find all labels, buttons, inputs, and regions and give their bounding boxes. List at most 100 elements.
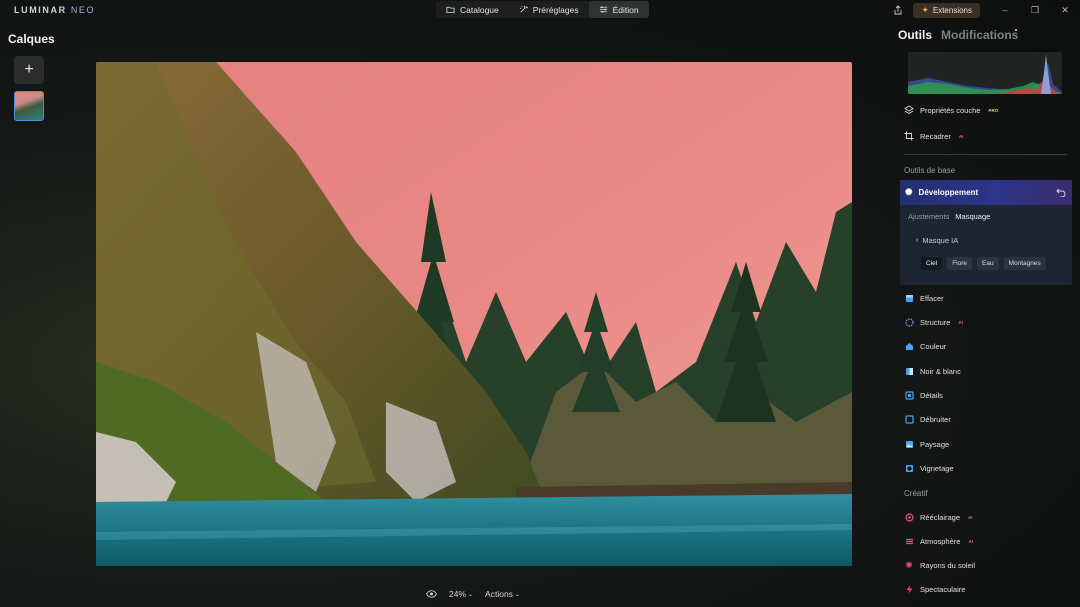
- folder-icon: [446, 6, 455, 14]
- tool-atmosphere[interactable]: Atmosphère AI: [904, 533, 973, 549]
- crop-item[interactable]: Recadrer AI: [904, 128, 963, 144]
- tool-structure[interactable]: Structure AI: [904, 314, 963, 330]
- tool-dramatic[interactable]: Spectaculaire: [904, 581, 965, 597]
- extensions-button[interactable]: ✦ Extensions: [913, 2, 980, 18]
- eye-icon: [426, 590, 437, 598]
- restore-icon[interactable]: ❐: [1020, 0, 1050, 20]
- tool-details-label: Détails: [920, 390, 943, 400]
- minimize-icon[interactable]: –: [990, 0, 1020, 20]
- section-basic-tools: Outils de base: [904, 166, 956, 175]
- chevron-down-icon: ⌄: [468, 591, 474, 598]
- tool-color-label: Couleur: [920, 341, 947, 351]
- modifications-indicator-dot: [1015, 29, 1017, 31]
- details-icon: [904, 390, 914, 400]
- subtab-masking[interactable]: Masquage: [955, 212, 990, 221]
- tool-landscape-label: Paysage: [920, 439, 950, 449]
- tool-bw[interactable]: Noir & blanc: [904, 363, 961, 379]
- denoise-icon: [904, 414, 914, 424]
- histogram: [908, 52, 1062, 94]
- tool-details[interactable]: Détails: [904, 387, 943, 403]
- tool-sunrays-label: Rayons du soleil: [920, 560, 976, 570]
- puzzle-icon: ✦: [921, 4, 929, 15]
- color-icon: [904, 341, 914, 351]
- tool-denoise-label: Débruiter: [920, 414, 951, 424]
- divider: [904, 154, 1067, 155]
- tab-edit[interactable]: Édition: [588, 1, 649, 18]
- development-label: Développement: [918, 188, 979, 197]
- layer-properties-item[interactable]: Propriétés couche PRO: [904, 102, 998, 118]
- bottom-bar: 24% ⌄ Actions ⌄: [426, 586, 520, 602]
- subtab-adjustments[interactable]: Ajustements: [908, 212, 949, 221]
- add-layer-button[interactable]: +: [14, 56, 44, 84]
- tab-tools[interactable]: Outils: [898, 28, 932, 42]
- bw-icon: [904, 366, 914, 376]
- mask-chips: Ciel Flore Eau Montagnes: [921, 257, 1046, 270]
- chevron-down-icon: ⌄: [514, 591, 520, 598]
- actions-label: Actions: [485, 589, 513, 599]
- structure-icon: [904, 317, 914, 327]
- tool-relight[interactable]: Rééclairage AI: [904, 509, 973, 525]
- tab-presets[interactable]: Préréglages: [509, 1, 589, 18]
- chevron-left-icon: ‹: [916, 237, 919, 244]
- atmosphere-icon: [904, 536, 914, 546]
- right-panel-tabs: Outils Modifications: [898, 28, 1018, 42]
- window-controls: ✦ Extensions – ❐ ✕: [891, 0, 1080, 20]
- tool-denoise[interactable]: Débruiter: [904, 411, 951, 427]
- sliders-icon: [599, 6, 607, 13]
- reset-icon[interactable]: [1056, 187, 1066, 197]
- logo-sub: NEO: [70, 5, 96, 15]
- ai-badge: AI: [958, 133, 964, 139]
- ai-mask-label: Masque IA: [922, 236, 959, 245]
- tool-color[interactable]: Couleur: [904, 338, 946, 354]
- tool-vignette[interactable]: Vignetage: [904, 460, 954, 476]
- development-tool-panel: ✺ Développement Ajustements Masquage ‹ M…: [900, 180, 1072, 285]
- zoom-dropdown[interactable]: 24% ⌄: [449, 589, 473, 599]
- tool-structure-label: Structure: [920, 317, 951, 327]
- tool-landscape[interactable]: Paysage: [904, 436, 949, 452]
- close-icon[interactable]: ✕: [1050, 0, 1080, 20]
- zoom-value: 24%: [449, 589, 467, 599]
- top-bar: LUMINAR NEO Catalogue Préréglages Éditio…: [0, 0, 1080, 20]
- tab-catalogue[interactable]: Catalogue: [436, 1, 509, 18]
- app-logo: LUMINAR NEO: [14, 5, 95, 15]
- tab-edit-label: Édition: [612, 4, 639, 15]
- presets-icon: [519, 5, 528, 13]
- tool-atmosphere-label: Atmosphère: [920, 536, 961, 546]
- layer-thumbnail[interactable]: [14, 91, 44, 121]
- sunrays-icon: ✺: [905, 559, 913, 570]
- tool-erase[interactable]: Effacer: [904, 290, 944, 306]
- tool-sunrays[interactable]: ✺ Rayons du soleil: [904, 557, 975, 573]
- ai-badge: AI: [968, 514, 973, 520]
- chip-water[interactable]: Eau: [977, 257, 999, 270]
- preview-toggle[interactable]: [426, 590, 437, 598]
- tool-vignette-label: Vignetage: [920, 463, 954, 473]
- layers-title: Calques: [8, 32, 55, 46]
- layer-properties-label: Propriétés couche: [920, 105, 981, 115]
- tab-presets-label: Préréglages: [532, 4, 579, 15]
- ai-badge: AI: [958, 319, 963, 325]
- photo-canvas[interactable]: [96, 62, 852, 566]
- development-subtabs: Ajustements Masquage: [908, 212, 990, 221]
- dramatic-icon: [904, 584, 914, 594]
- development-header[interactable]: ✺ Développement: [900, 180, 1072, 205]
- tab-modifications[interactable]: Modifications: [941, 28, 1018, 42]
- logo-main: LUMINAR: [14, 5, 67, 15]
- landscape-icon: [904, 439, 914, 449]
- chip-flora[interactable]: Flore: [947, 257, 973, 270]
- crop-label: Recadrer: [920, 131, 951, 141]
- tab-catalogue-label: Catalogue: [460, 4, 499, 15]
- share-icon[interactable]: [891, 3, 905, 17]
- mode-tabs: Catalogue Préréglages Édition: [436, 1, 649, 18]
- crop-icon: [904, 131, 914, 141]
- photo-image: [96, 62, 852, 566]
- vignette-icon: [904, 463, 914, 473]
- sun-icon: ✺: [905, 187, 913, 197]
- actions-dropdown[interactable]: Actions ⌄: [485, 589, 520, 599]
- extensions-label: Extensions: [932, 5, 972, 15]
- tool-dramatic-label: Spectaculaire: [920, 584, 966, 594]
- ai-mask-header[interactable]: ‹ Masque IA: [916, 236, 958, 245]
- tool-erase-label: Effacer: [920, 293, 944, 303]
- chip-sky[interactable]: Ciel: [921, 257, 943, 270]
- chip-mountains[interactable]: Montagnes: [1003, 257, 1046, 270]
- layers-stack-icon: [904, 105, 914, 115]
